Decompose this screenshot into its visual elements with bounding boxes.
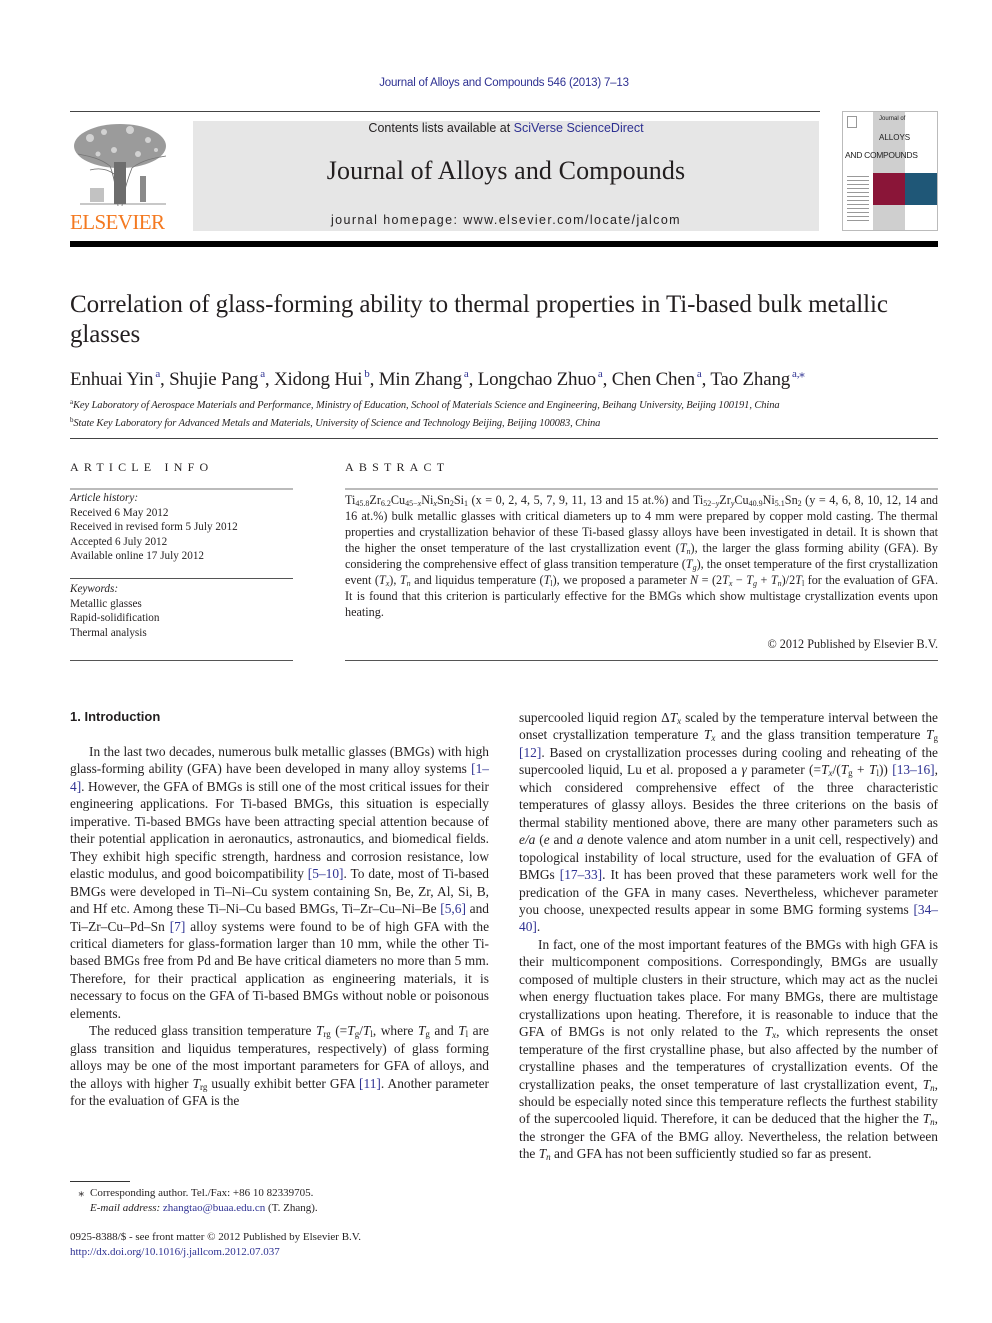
cover-gray-band (873, 112, 905, 230)
affiliations: aKey Laboratory of Aerospace Materials a… (70, 395, 950, 431)
cover-elsevier-logo-icon (847, 116, 857, 128)
journal-name: Journal of Alloys and Compounds (326, 156, 686, 185)
cover-title-line3: AND COMPOUNDS (845, 150, 918, 160)
introduction-heading: 1. Introduction (70, 709, 161, 724)
abstract-fragment: and liquidus temperature ( (410, 573, 544, 587)
journal-homepage-line: journal homepage: www.elsevier.com/locat… (193, 213, 819, 227)
author-name[interactable]: Xidong Hui (274, 369, 362, 390)
citation-link[interactable]: [17–33] (560, 867, 602, 882)
citation-link[interactable]: [11] (359, 1076, 381, 1091)
keywords-label: Keywords: (70, 583, 119, 595)
author[interactable]: Shujie Pang a (169, 368, 265, 390)
homepage-prefix: journal homepage: (331, 213, 464, 227)
author-name[interactable]: Tao Zhang (710, 369, 790, 390)
author[interactable]: Tao Zhang a,⁎ (710, 368, 805, 390)
author-separator: , (369, 369, 379, 390)
article-info-rule (70, 488, 293, 490)
issn-line: 0925-8388/$ - see front matter © 2012 Pu… (70, 1231, 362, 1243)
masthead-top-rule (70, 111, 820, 112)
history-revised: Received in revised form 5 July 2012 (70, 521, 238, 533)
cover-title-line2: ALLOYS (879, 133, 911, 142)
keyword-item: Metallic glasses (70, 597, 142, 610)
footnote-star: ⁎ (78, 1187, 85, 1199)
keyword-item: Rapid-solidification (70, 612, 160, 624)
footnote-rule (70, 1181, 130, 1182)
issn-doi-block: 0925-8388/$ - see front matter © 2012 Pu… (70, 1230, 490, 1260)
email-label: E-mail address: (90, 1202, 163, 1214)
history-accepted: Accepted 6 July 2012 (70, 535, 168, 548)
homepage-url[interactable]: www.elsevier.com/locate/jalcom (463, 213, 681, 227)
sciencedirect-link[interactable]: SciVerse ScienceDirect (514, 121, 644, 135)
author[interactable]: Xidong Hui b (274, 368, 370, 390)
author-separator: , (602, 369, 612, 390)
contents-prefix: Contents lists available at (368, 121, 514, 135)
affiliation-text: Key Laboratory of Aerospace Materials an… (73, 400, 780, 411)
running-header-citation[interactable]: Journal of Alloys and Compounds 546 (201… (0, 77, 992, 89)
article-info-divider (70, 578, 293, 579)
affiliation-b: bState Key Laboratory for Advanced Metal… (70, 413, 950, 431)
section-divider (70, 438, 938, 439)
citation-link[interactable]: [5–10] (308, 866, 344, 881)
abstract-copyright: © 2012 Published by Elsevier B.V. (767, 637, 938, 651)
cover-title-line1: Journal of (879, 116, 906, 122)
affiliation-a: aKey Laboratory of Aerospace Materials a… (70, 395, 950, 413)
article-info-heading: ARTICLE INFO (70, 460, 214, 474)
cover-blue-block (905, 173, 937, 205)
citation-link[interactable]: [5,6] (440, 901, 466, 916)
body-column-right: supercooled liquid region ΔTx scaled by … (519, 709, 938, 1163)
intro-paragraph-1: In the last two decades, numerous bulk m… (70, 744, 490, 1021)
masthead-thick-rule (70, 241, 938, 247)
keywords: Keywords: Metallic glasses Rapid-solidif… (70, 582, 293, 640)
article-info-bottom-rule (70, 660, 293, 661)
citation-link[interactable]: [7] (170, 919, 186, 934)
contents-availability-line: Contents lists available at SciVerse Sci… (193, 121, 819, 135)
history-received: Received 6 May 2012 (70, 506, 169, 519)
author-separator: , (468, 369, 478, 390)
history-label: Article history: (70, 492, 139, 504)
email-suffix: (T. Zhang). (265, 1202, 318, 1214)
intro-paragraph-3: supercooled liquid region ΔTx scaled by … (519, 710, 939, 935)
abstract-bottom-rule (345, 660, 938, 661)
abstract-rule (345, 488, 938, 490)
author-separator: , (264, 369, 275, 390)
cover-red-block (873, 173, 905, 205)
author-affiliation-mark[interactable]: a,⁎ (792, 368, 805, 380)
abstract-fragment: (x = 0, 2, 4, 5, 7, 9, 11, 13 and 15 at.… (468, 493, 693, 507)
author-separator: , (160, 369, 170, 390)
abstract-heading: ABSTRACT (345, 460, 450, 474)
affiliation-text: State Key Laboratory for Advanced Metals… (73, 418, 601, 429)
author-list: Enhuai Yin a, Shujie Pang a, Xidong Hui b, … (70, 362, 940, 392)
intro-paragraph-4: In fact, one of the most important featu… (519, 936, 939, 1163)
email-link[interactable]: zhangtao@buaa.edu.cn (163, 1202, 265, 1214)
article-title: Correlation of glass-forming ability to … (70, 291, 888, 348)
citation-link[interactable]: [13–16] (892, 762, 934, 777)
author-name[interactable]: Enhuai Yin (70, 369, 154, 390)
author-name[interactable]: Longchao Zhuo (478, 369, 596, 390)
author-name[interactable]: Chen Chen (612, 369, 695, 390)
author-name[interactable]: Shujie Pang (169, 369, 258, 390)
history-online: Available online 17 July 2012 (70, 550, 205, 562)
author[interactable]: Longchao Zhuo a (478, 368, 603, 390)
article-history: Article history: Received 6 May 2012 Rec… (70, 491, 293, 564)
abstract-fragment: ), we proposed a parameter (552, 573, 691, 587)
keyword-item: Thermal analysis (70, 626, 147, 639)
intro-paragraph-2: The reduced glass transition temperature… (70, 1023, 490, 1109)
corresponding-author-text: Corresponding author. Tel./Fax: +86 10 8… (90, 1187, 314, 1199)
author[interactable]: Chen Chen a (612, 368, 702, 390)
author[interactable]: Enhuai Yin a (70, 368, 160, 390)
citation-link[interactable]: [12] (519, 745, 541, 760)
corresponding-author-footnote: ⁎ Corresponding author. Tel./Fax: +86 10 … (70, 1186, 490, 1216)
author-name[interactable]: Min Zhang (379, 369, 462, 390)
cover-contents-lines (847, 176, 869, 224)
abstract-body: Ti45.8Zr6.2Cu45−xNixSn2Si1 (x = 0, 2, 4,… (345, 493, 939, 619)
elsevier-wordmark: ELSEVIER (70, 210, 165, 234)
author[interactable]: Min Zhang a (379, 368, 469, 390)
journal-cover-thumbnail[interactable]: Journal of ALLOYS AND COMPOUNDS (842, 111, 938, 231)
body-column-left: In the last two decades, numerous bulk m… (70, 743, 489, 1110)
doi-link[interactable]: http://dx.doi.org/10.1016/j.jallcom.2012… (70, 1246, 280, 1258)
